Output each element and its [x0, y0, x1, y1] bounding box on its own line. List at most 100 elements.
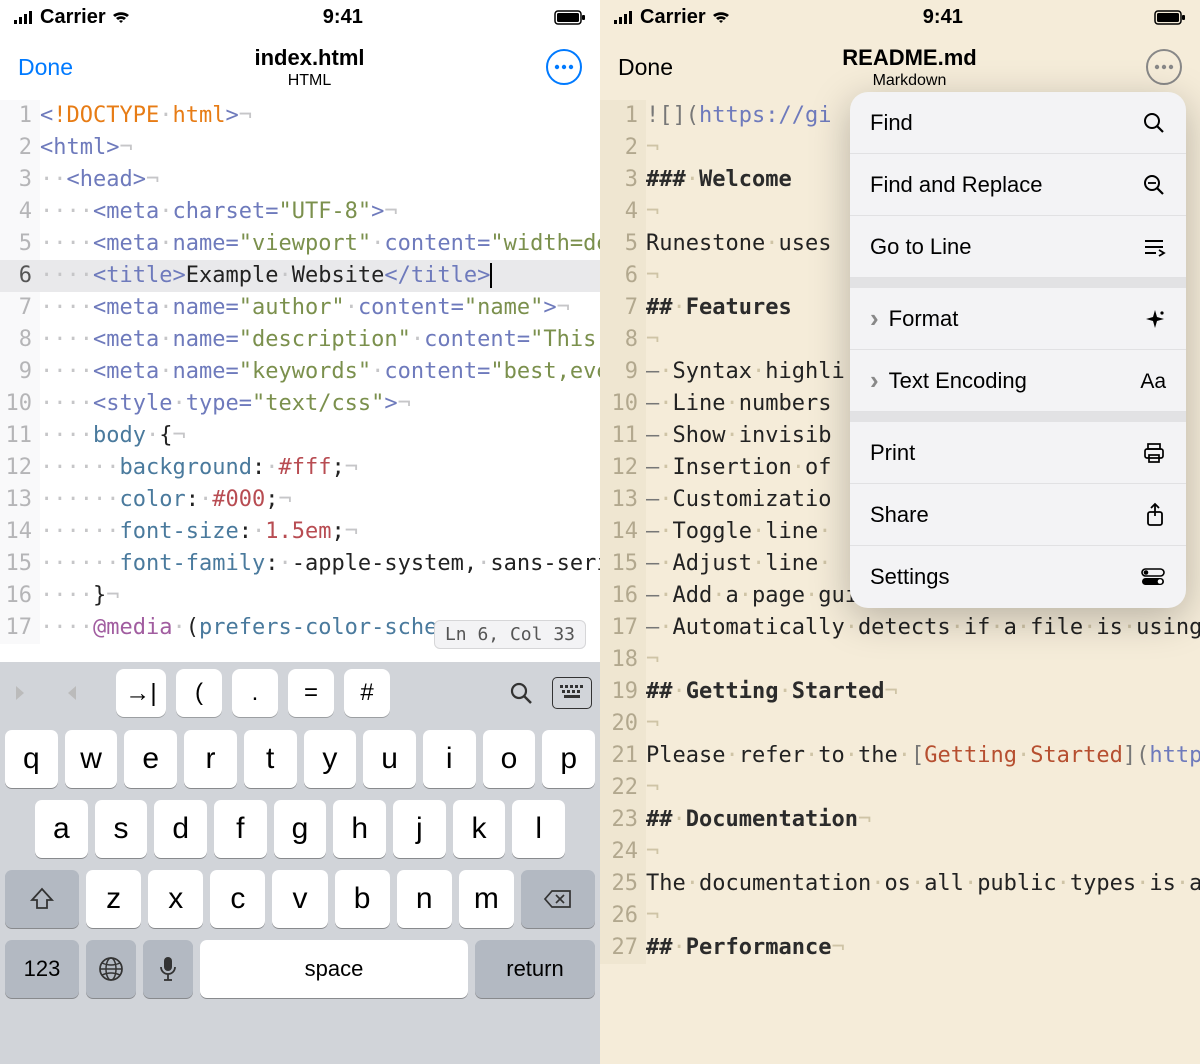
- hash-key[interactable]: #: [344, 669, 390, 717]
- code-line[interactable]: 17—·Automatically·detects·if·a·file·is·u…: [600, 612, 1200, 644]
- backspace-key[interactable]: [521, 870, 595, 928]
- code-line[interactable]: 10····<style·type="text/css">¬: [0, 388, 600, 420]
- equals-key[interactable]: =: [288, 669, 334, 717]
- line-text: ····<title>Example·Website</title>: [40, 260, 600, 292]
- globe-key[interactable]: [86, 940, 136, 998]
- search-key[interactable]: [500, 669, 542, 717]
- code-line[interactable]: 18¬: [600, 644, 1200, 676]
- code-line[interactable]: 6····<title>Example·Website</title>: [0, 260, 600, 292]
- tab-key[interactable]: →|: [116, 669, 166, 717]
- key-b[interactable]: b: [335, 870, 390, 928]
- code-line[interactable]: 5····<meta·name="viewport"·content="widt…: [0, 228, 600, 260]
- key-w[interactable]: w: [65, 730, 118, 788]
- code-line[interactable]: 9····<meta·name="keywords"·content="best…: [0, 356, 600, 388]
- key-y[interactable]: y: [304, 730, 357, 788]
- more-button[interactable]: [1146, 49, 1182, 85]
- shift-key[interactable]: [5, 870, 79, 928]
- key-h[interactable]: h: [333, 800, 386, 858]
- menu-item-go-to-line[interactable]: Go to Line: [850, 216, 1186, 278]
- code-line[interactable]: 13······color:·#000;¬: [0, 484, 600, 516]
- key-e[interactable]: e: [124, 730, 177, 788]
- key-f[interactable]: f: [214, 800, 267, 858]
- key-l[interactable]: l: [512, 800, 565, 858]
- menu-item-label: Share: [870, 502, 929, 528]
- code-line[interactable]: 14······font-size:·1.5em;¬: [0, 516, 600, 548]
- code-line[interactable]: 25The·documentation·os·all·public·types·…: [600, 868, 1200, 900]
- redo-button[interactable]: [52, 669, 86, 717]
- line-number: 5: [600, 228, 646, 260]
- code-line[interactable]: 24¬: [600, 836, 1200, 868]
- key-p[interactable]: p: [542, 730, 595, 788]
- line-text: ¬: [646, 644, 1200, 676]
- line-number: 1: [600, 100, 646, 132]
- code-line[interactable]: 23##·Documentation¬: [600, 804, 1200, 836]
- code-line[interactable]: 21Please·refer·to·the·[Getting·Started](…: [600, 740, 1200, 772]
- key-k[interactable]: k: [453, 800, 506, 858]
- space-key[interactable]: space: [200, 940, 468, 998]
- dismiss-keyboard-key[interactable]: [552, 677, 592, 709]
- code-line[interactable]: 3··<head>¬: [0, 164, 600, 196]
- code-line[interactable]: 1<!DOCTYPE·html>¬: [0, 100, 600, 132]
- code-line[interactable]: 2<html>¬: [0, 132, 600, 164]
- key-r[interactable]: r: [184, 730, 237, 788]
- menu-item-find-and-replace[interactable]: Find and Replace: [850, 154, 1186, 216]
- line-text: ¬: [646, 772, 1200, 804]
- menu-item-share[interactable]: Share: [850, 484, 1186, 546]
- menu-item-format[interactable]: ›Format: [850, 288, 1186, 350]
- key-q[interactable]: q: [5, 730, 58, 788]
- menu-item-settings[interactable]: Settings: [850, 546, 1186, 608]
- key-c[interactable]: c: [210, 870, 265, 928]
- menu-item-print[interactable]: Print: [850, 422, 1186, 484]
- key-g[interactable]: g: [274, 800, 327, 858]
- line-number: 23: [600, 804, 646, 836]
- menu-item-text-encoding[interactable]: ›Text EncodingAa: [850, 350, 1186, 412]
- code-line[interactable]: 11····body·{¬: [0, 420, 600, 452]
- more-button[interactable]: [546, 49, 582, 85]
- code-line[interactable]: 26¬: [600, 900, 1200, 932]
- code-line[interactable]: 4····<meta·charset="UTF-8">¬: [0, 196, 600, 228]
- menu-item-find[interactable]: Find: [850, 92, 1186, 154]
- line-number: 17: [600, 612, 646, 644]
- key-s[interactable]: s: [95, 800, 148, 858]
- key-o[interactable]: o: [483, 730, 536, 788]
- key-u[interactable]: u: [363, 730, 416, 788]
- code-line[interactable]: 19##·Getting·Started¬: [600, 676, 1200, 708]
- code-line[interactable]: 8····<meta·name="description"·content="T…: [0, 324, 600, 356]
- key-m[interactable]: m: [459, 870, 514, 928]
- wifi-icon: [710, 9, 732, 25]
- mic-key[interactable]: [143, 940, 193, 998]
- code-line[interactable]: 15······font-family:·-apple-system,·sans…: [0, 548, 600, 580]
- code-line[interactable]: 22¬: [600, 772, 1200, 804]
- line-number: 7: [600, 292, 646, 324]
- key-n[interactable]: n: [397, 870, 452, 928]
- numeric-key[interactable]: 123: [5, 940, 79, 998]
- key-i[interactable]: i: [423, 730, 476, 788]
- line-number: 6: [0, 260, 40, 292]
- key-v[interactable]: v: [272, 870, 327, 928]
- code-line[interactable]: 7····<meta·name="author"·content="name">…: [0, 292, 600, 324]
- code-line[interactable]: 12······background:·#fff;¬: [0, 452, 600, 484]
- line-text: ##·Getting·Started¬: [646, 676, 1200, 708]
- key-z[interactable]: z: [86, 870, 141, 928]
- line-text: ······color:·#000;¬: [40, 484, 600, 516]
- done-button[interactable]: Done: [618, 54, 673, 81]
- key-d[interactable]: d: [154, 800, 207, 858]
- line-number: 10: [0, 388, 40, 420]
- actions-popover: FindFind and ReplaceGo to Line ›Format›Te…: [850, 92, 1186, 608]
- return-key[interactable]: return: [475, 940, 595, 998]
- key-j[interactable]: j: [393, 800, 446, 858]
- status-left: Carrier: [14, 6, 132, 29]
- code-editor[interactable]: 1<!DOCTYPE·html>¬2<html>¬3··<head>¬4····…: [0, 100, 600, 644]
- undo-button[interactable]: [8, 669, 42, 717]
- code-line[interactable]: 20¬: [600, 708, 1200, 740]
- code-line[interactable]: 27##·Performance¬: [600, 932, 1200, 964]
- dot-key[interactable]: .: [232, 669, 278, 717]
- key-t[interactable]: t: [244, 730, 297, 788]
- menu-item-label: Text Encoding: [889, 368, 1027, 394]
- code-line[interactable]: 16····}¬: [0, 580, 600, 612]
- wifi-icon: [110, 9, 132, 25]
- key-x[interactable]: x: [148, 870, 203, 928]
- key-a[interactable]: a: [35, 800, 88, 858]
- done-button[interactable]: Done: [18, 54, 73, 81]
- paren-key[interactable]: (: [176, 669, 222, 717]
